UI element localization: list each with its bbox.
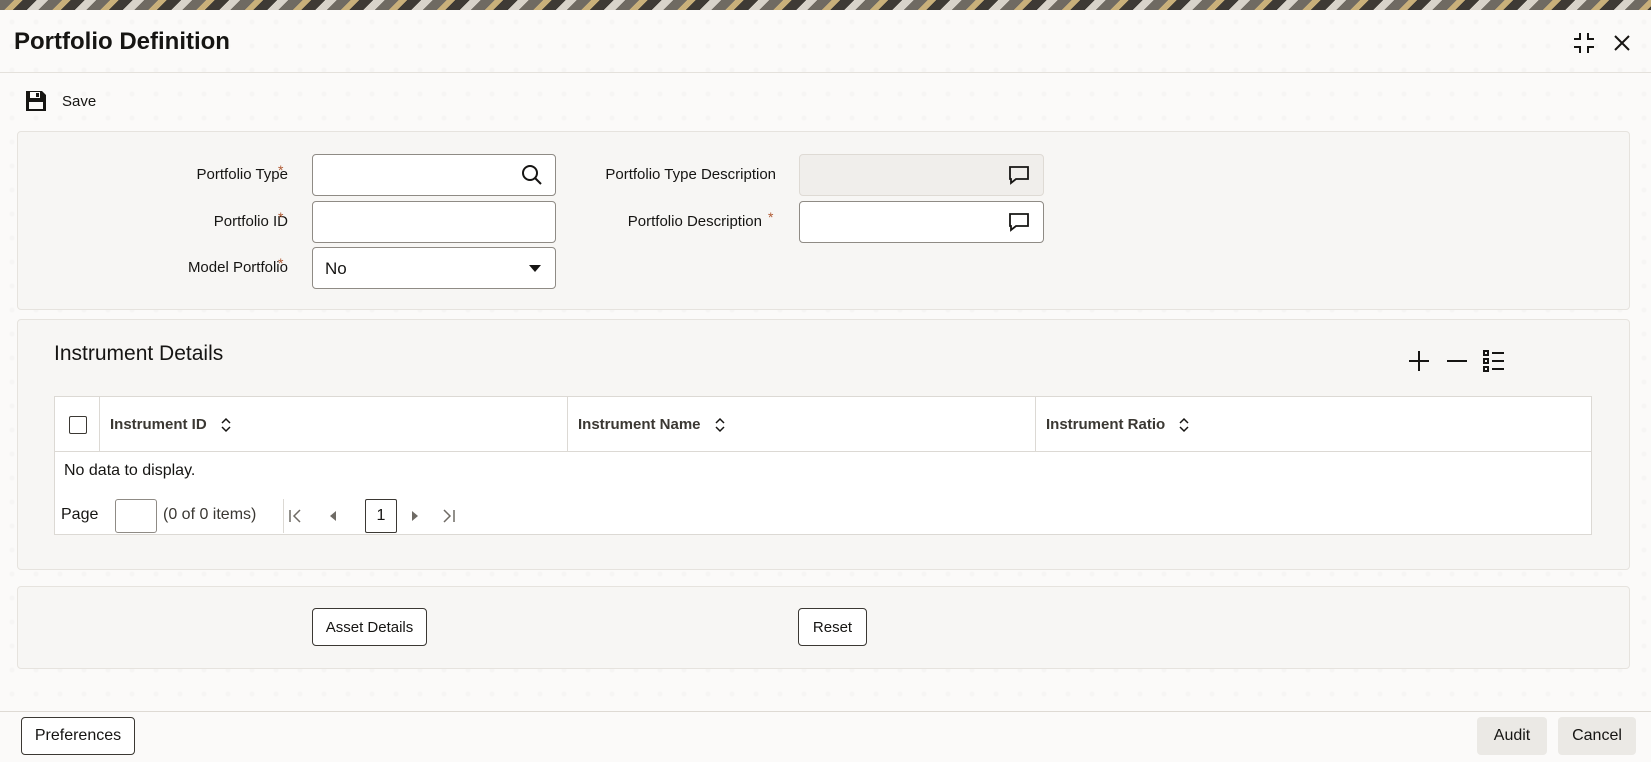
title-bar: Portfolio Definition	[0, 10, 1651, 73]
current-page-button[interactable]: 1	[365, 499, 397, 533]
previous-page-icon[interactable]	[323, 506, 343, 526]
pager-item-count: (0 of 0 items)	[163, 506, 257, 523]
header-banner-strip	[0, 0, 1651, 10]
sort-icon[interactable]	[713, 417, 727, 433]
next-page-icon[interactable]	[405, 506, 425, 526]
speech-bubble-icon[interactable]	[1007, 163, 1031, 187]
remove-icon[interactable]	[1444, 348, 1470, 374]
save-button[interactable]: Save	[24, 86, 96, 116]
first-page-icon[interactable]	[285, 506, 305, 526]
chevron-down-icon	[529, 265, 541, 272]
add-icon[interactable]	[1406, 348, 1432, 374]
column-label: Instrument Name	[578, 416, 701, 433]
sort-icon[interactable]	[219, 417, 233, 433]
page-title: Portfolio Definition	[14, 28, 230, 55]
floppy-disk-icon	[26, 91, 46, 111]
portfolio-id-label: Portfolio ID	[213, 213, 288, 230]
reset-button[interactable]: Reset	[798, 608, 867, 646]
speech-bubble-icon[interactable]	[1007, 210, 1031, 234]
column-header-instrument-ratio[interactable]: Instrument Ratio	[1036, 397, 1591, 452]
table-header: Instrument ID Instrument Name Instrument…	[55, 397, 1591, 452]
portfolio-id-input[interactable]	[312, 201, 556, 243]
audit-button[interactable]: Audit	[1477, 717, 1547, 755]
pager-label: Page	[61, 506, 99, 523]
model-portfolio-select[interactable]: No	[312, 247, 556, 289]
required-marker: *	[768, 209, 774, 225]
portfolio-definition-window: Portfolio Definition Save Portfolio Type	[0, 10, 1651, 762]
section-title: Instrument Details	[54, 342, 224, 365]
column-label: Instrument ID	[110, 416, 207, 433]
pagination: Page (0 of 0 items) 1	[55, 499, 855, 533]
model-portfolio-value: No	[325, 259, 347, 278]
maximize-icon[interactable]	[1571, 30, 1597, 56]
pager-divider	[283, 499, 284, 533]
actions-panel: Asset Details Reset	[17, 586, 1630, 669]
last-page-icon[interactable]	[439, 506, 459, 526]
required-marker: *	[278, 209, 284, 225]
required-marker: *	[278, 162, 284, 178]
portfolio-type-description-label: Portfolio Type Description	[605, 166, 776, 183]
save-label: Save	[62, 92, 97, 110]
column-header-instrument-id[interactable]: Instrument ID	[100, 397, 568, 452]
page-number-input[interactable]	[115, 499, 157, 533]
model-portfolio-label: Model Portfolio	[187, 259, 288, 276]
required-marker: *	[278, 255, 284, 271]
empty-table-message: No data to display.	[64, 462, 196, 479]
cancel-button[interactable]: Cancel	[1558, 717, 1636, 755]
portfolio-description-label: Portfolio Description	[627, 213, 762, 230]
portfolio-form-panel: Portfolio Type * Portfolio ID * Model Po…	[17, 131, 1630, 310]
portfolio-type-label: Portfolio Type	[196, 166, 288, 183]
instrument-details-panel: Instrument Details Instrument ID Instrum…	[17, 319, 1630, 570]
footer-bar: Preferences Audit Cancel	[0, 711, 1651, 762]
select-all-checkbox[interactable]	[69, 416, 87, 434]
toolbar: Save	[0, 86, 300, 116]
close-icon[interactable]	[1609, 30, 1635, 56]
preferences-button[interactable]: Preferences	[21, 717, 135, 755]
column-settings-icon[interactable]	[1481, 348, 1507, 374]
sort-icon[interactable]	[1177, 417, 1191, 433]
column-header-instrument-name[interactable]: Instrument Name	[568, 397, 1036, 452]
asset-details-button[interactable]: Asset Details	[312, 608, 427, 646]
column-label: Instrument Ratio	[1046, 416, 1166, 433]
search-icon[interactable]	[520, 163, 544, 187]
select-all-cell	[55, 397, 100, 452]
instrument-table: Instrument ID Instrument Name Instrument…	[54, 396, 1592, 535]
